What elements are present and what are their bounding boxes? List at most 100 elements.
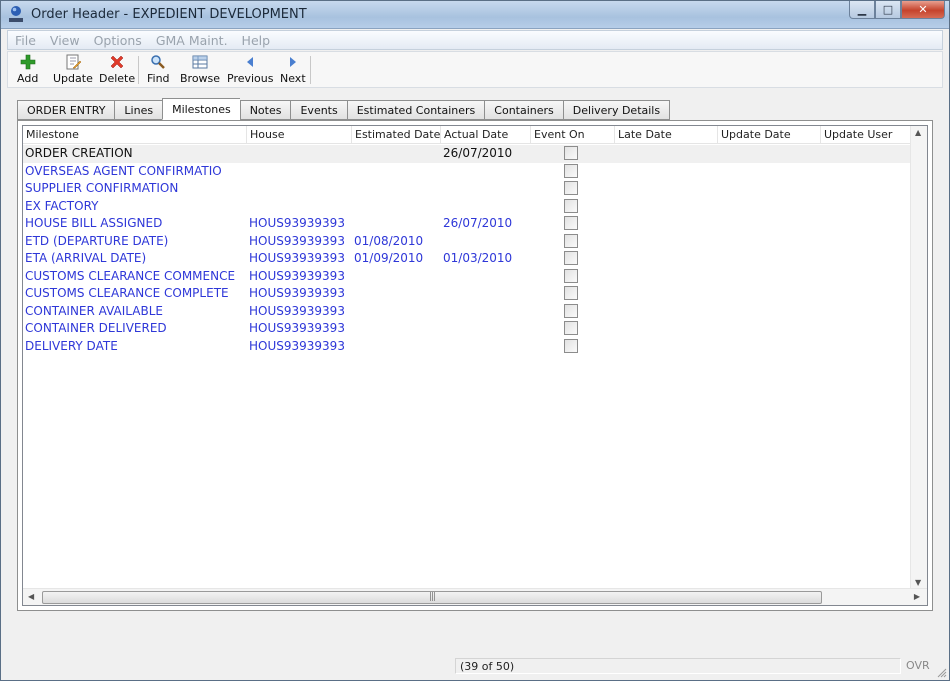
column-header-event-on[interactable]: Event On [531, 126, 615, 144]
column-header-late-date[interactable]: Late Date [615, 126, 718, 144]
tab-notes[interactable]: Notes [239, 100, 291, 120]
menu-gma-maint[interactable]: GMA Maint. [149, 33, 235, 48]
window-controls: ▁ □ ✕ [849, 1, 945, 20]
tab-strip: ORDER ENTRY Lines Milestones Notes Event… [17, 98, 671, 120]
column-header-house[interactable]: House [247, 126, 352, 144]
event-on-checkbox[interactable] [564, 338, 578, 353]
house-cell: HOUS93939393 [249, 338, 345, 353]
milestone-cell: HOUSE BILL ASSIGNED [25, 216, 163, 230]
table-row[interactable]: EX FACTORY [23, 198, 911, 216]
event-on-checkbox[interactable] [564, 303, 578, 318]
scroll-left-icon[interactable]: ◀ [28, 592, 34, 601]
overwrite-mode-indicator: OVR [906, 659, 930, 672]
next-button[interactable]: Next [280, 54, 306, 85]
add-label: Add [17, 72, 39, 85]
browse-label: Browse [180, 72, 221, 85]
scroll-up-icon[interactable]: ▲ [915, 128, 921, 137]
house-cell: HOUS93939393 [249, 286, 345, 300]
toolbar-separator [138, 56, 139, 84]
arrow-left-icon [247, 57, 254, 67]
milestone-cell: ETD (DEPARTURE DATE) [25, 233, 169, 248]
table-row[interactable]: ORDER CREATION 26/07/2010 [23, 145, 911, 163]
event-on-checkbox[interactable] [564, 321, 578, 335]
update-label: Update [53, 72, 93, 85]
milestones-grid: Milestone House Estimated Date Actual Da… [22, 125, 928, 606]
previous-label: Previous [227, 72, 274, 85]
add-button[interactable]: Add [17, 54, 38, 85]
toolbar: Add Update Delete Find Browse Previous N… [7, 51, 943, 88]
tab-order-entry[interactable]: ORDER ENTRY [17, 100, 115, 120]
event-on-checkbox[interactable] [564, 286, 578, 300]
application-window: Order Header - EXPEDIENT DEVELOPMENT ▁ □… [0, 0, 950, 681]
actual-date-cell: 01/03/2010 [443, 251, 513, 265]
update-button[interactable]: Update [53, 54, 93, 85]
event-on-checkbox[interactable] [564, 198, 578, 213]
estimated-date-cell: 01/08/2010 [354, 233, 424, 248]
close-button[interactable]: ✕ [901, 1, 945, 19]
event-on-checkbox[interactable] [564, 268, 578, 283]
search-icon [151, 55, 166, 69]
column-header-milestone[interactable]: Milestone [23, 126, 247, 144]
table-row[interactable]: OVERSEAS AGENT CONFIRMATIO [23, 163, 911, 181]
horizontal-scroll-thumb[interactable]: ||| [42, 591, 822, 604]
event-on-checkbox[interactable] [564, 163, 578, 178]
close-icon: ✕ [918, 3, 928, 16]
milestone-cell: CONTAINER AVAILABLE [25, 303, 163, 318]
house-cell: HOUS93939393 [249, 216, 345, 230]
record-count: (39 of 50) [455, 658, 901, 674]
column-header-actual-date[interactable]: Actual Date [441, 126, 531, 144]
estimated-date-cell: 01/09/2010 [354, 251, 424, 265]
event-on-checkbox[interactable] [564, 146, 578, 160]
column-header-update-date[interactable]: Update Date [718, 126, 821, 144]
scroll-right-icon[interactable]: ▶ [914, 592, 920, 601]
tab-containers[interactable]: Containers [484, 100, 563, 120]
menu-help[interactable]: Help [235, 33, 278, 48]
previous-button[interactable]: Previous [227, 54, 274, 85]
menu-bar: File View Options GMA Maint. Help [7, 30, 943, 50]
table-row[interactable]: CONTAINER DELIVERED HOUS93939393 [23, 320, 911, 338]
event-on-checkbox[interactable] [564, 181, 578, 195]
maximize-button[interactable]: □ [875, 1, 901, 19]
grid-header: Milestone House Estimated Date Actual Da… [23, 126, 911, 144]
menu-file[interactable]: File [8, 33, 43, 48]
event-on-checkbox[interactable] [564, 216, 578, 230]
maximize-icon: □ [882, 3, 894, 16]
vertical-scrollbar[interactable]: ▲ ▼ [910, 126, 927, 589]
table-row[interactable]: SUPPLIER CONFIRMATION [23, 180, 911, 198]
next-label: Next [280, 72, 306, 85]
arrow-right-icon [289, 57, 296, 67]
horizontal-scrollbar[interactable]: ◀ ||| ▶ [23, 588, 927, 605]
scroll-down-icon[interactable]: ▼ [915, 578, 921, 587]
tab-events[interactable]: Events [290, 100, 347, 120]
minimize-button[interactable]: ▁ [849, 1, 875, 19]
tab-lines[interactable]: Lines [114, 100, 163, 120]
actual-date-cell: 26/07/2010 [443, 146, 513, 160]
tab-delivery-details[interactable]: Delivery Details [562, 100, 671, 120]
milestone-cell: CUSTOMS CLEARANCE COMMENCE [25, 268, 236, 283]
menu-view[interactable]: View [43, 33, 87, 48]
tab-milestones[interactable]: Milestones [162, 98, 240, 120]
table-row[interactable]: CUSTOMS CLEARANCE COMMENCE HOUS93939393 [23, 268, 911, 286]
milestones-panel: Milestone House Estimated Date Actual Da… [17, 120, 933, 611]
event-on-checkbox[interactable] [564, 251, 578, 265]
menu-options[interactable]: Options [87, 33, 149, 48]
event-on-checkbox[interactable] [564, 233, 578, 248]
find-button[interactable]: Find [147, 54, 170, 85]
milestone-cell: CONTAINER DELIVERED [25, 321, 167, 335]
table-row[interactable]: ETA (ARRIVAL DATE) HOUS93939393 01/09/2010… [23, 250, 911, 268]
house-cell: HOUS93939393 [249, 303, 345, 318]
table-row[interactable]: DELIVERY DATE HOUS93939393 [23, 338, 911, 356]
title-bar[interactable]: Order Header - EXPEDIENT DEVELOPMENT ▁ □… [1, 1, 949, 29]
milestone-cell: ORDER CREATION [25, 146, 133, 160]
resize-grip-icon[interactable] [937, 668, 947, 678]
grip-icon: ||| [429, 592, 436, 602]
browse-button[interactable]: Browse [180, 54, 220, 85]
table-row[interactable]: HOUSE BILL ASSIGNED HOUS93939393 26/07/201… [23, 215, 911, 233]
tab-estimated-containers[interactable]: Estimated Containers [346, 100, 485, 120]
delete-button[interactable]: Delete [99, 54, 135, 85]
table-row[interactable]: ETD (DEPARTURE DATE) HOUS93939393 01/08/20… [23, 233, 911, 251]
table-row[interactable]: CUSTOMS CLEARANCE COMPLETE HOUS93939393 [23, 285, 911, 303]
column-header-update-user[interactable]: Update User [821, 126, 911, 144]
column-header-estimated-date[interactable]: Estimated Date [352, 126, 441, 144]
table-row[interactable]: CONTAINER AVAILABLE HOUS93939393 [23, 303, 911, 321]
